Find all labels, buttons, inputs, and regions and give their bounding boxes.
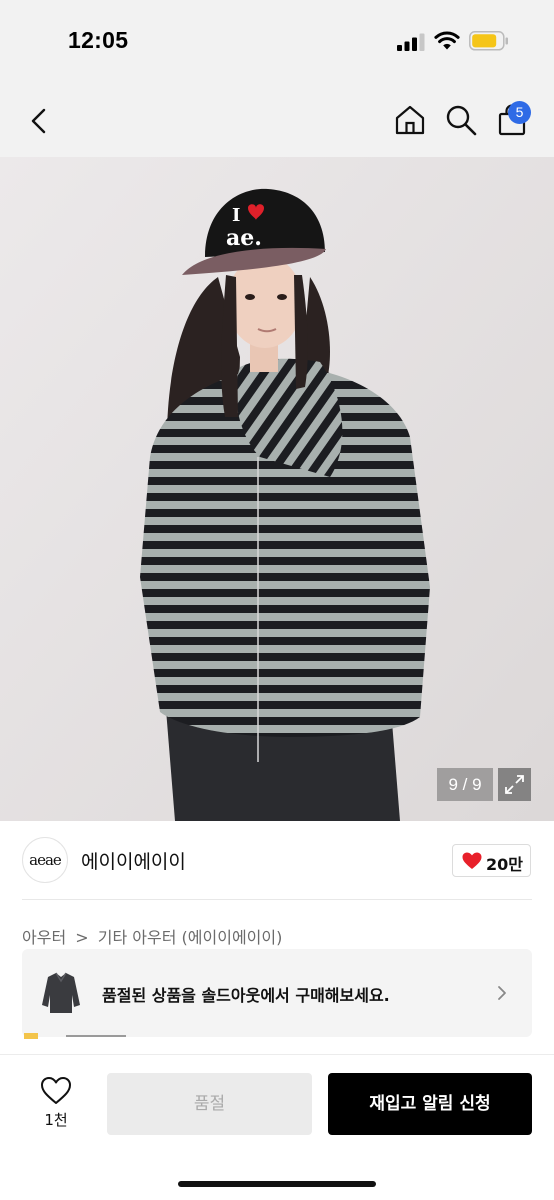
breadcrumb-brand[interactable]: (에이이에이이) xyxy=(182,924,283,948)
product-image[interactable]: I ae. xyxy=(0,157,554,821)
wish-count: 1천 xyxy=(44,1111,68,1129)
home-icon[interactable] xyxy=(392,102,428,138)
chevron-right-icon xyxy=(498,986,506,1000)
section-divider xyxy=(22,899,532,900)
brand-like-count: 20만 xyxy=(486,855,523,874)
soldout-banner-text: 품절된 상품을 솔드아웃에서 구매해보세요. xyxy=(102,986,390,1005)
soldout-button[interactable]: 품절 xyxy=(107,1073,312,1135)
home-indicator xyxy=(178,1181,376,1187)
status-time: 12:05 xyxy=(68,27,129,53)
heart-outline-icon[interactable] xyxy=(40,1076,72,1106)
top-navigation-bar xyxy=(0,82,554,157)
back-chevron-icon[interactable] xyxy=(26,106,54,136)
wifi-icon xyxy=(434,31,460,50)
status-bar: 12:05 xyxy=(0,0,554,82)
brand-name[interactable]: 에이이에이이 xyxy=(81,847,186,874)
breadcrumb: 아우터 > 기타 아우터 (에이이에이이) xyxy=(22,924,282,948)
image-counter: 9 / 9 xyxy=(437,768,493,801)
expand-arrows-icon[interactable] xyxy=(498,768,531,801)
product-photo-illustration: I ae. xyxy=(0,157,554,821)
search-icon[interactable] xyxy=(443,102,479,138)
restock-alert-button[interactable]: 재입고 알림 신청 xyxy=(328,1073,532,1135)
breadcrumb-category[interactable]: 아우터 xyxy=(22,924,66,948)
jacket-thumbnail-image xyxy=(42,972,80,1013)
battery-icon xyxy=(469,31,508,51)
partially-hidden-row xyxy=(24,1033,126,1039)
brand-like-button[interactable]: 20만 xyxy=(452,844,531,877)
cart-count-badge: 5 xyxy=(508,101,531,124)
breadcrumb-subcategory[interactable]: 기타 아우터 xyxy=(98,924,177,948)
cellular-signal-icon xyxy=(397,33,425,51)
heart-filled-icon xyxy=(462,852,482,869)
soldout-resale-banner[interactable]: 품절된 상품을 솔드아웃에서 구매해보세요. xyxy=(22,949,532,1037)
brand-logo[interactable]: aeae xyxy=(22,837,68,883)
breadcrumb-separator: > xyxy=(75,928,89,947)
cap-text-line1: I xyxy=(232,205,240,226)
cap-text-line2: ae. xyxy=(226,225,262,251)
